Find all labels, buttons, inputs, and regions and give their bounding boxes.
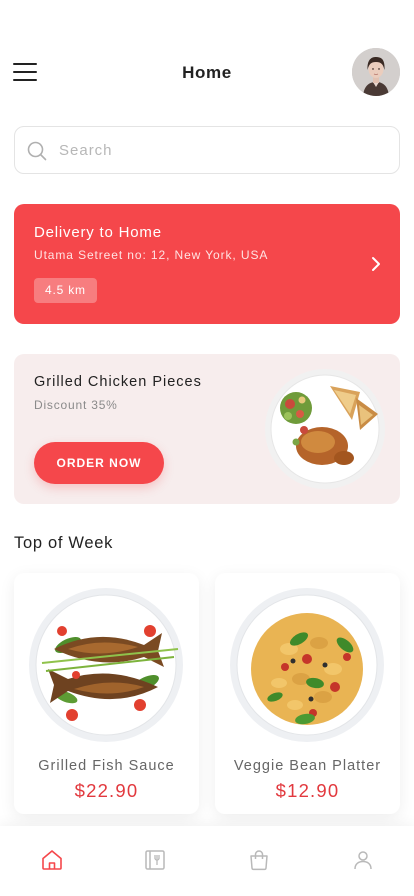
food-card[interactable]: Veggie Bean Platter $12.90	[215, 573, 400, 814]
search-bar[interactable]	[14, 126, 400, 174]
nav-menu[interactable]	[103, 826, 206, 896]
chevron-right-icon[interactable]	[370, 255, 382, 273]
profile-icon	[354, 851, 372, 870]
delivery-address: Utama Setreet no: 12, New York, USA	[34, 248, 269, 262]
order-now-button[interactable]: ORDER NOW	[34, 442, 164, 484]
promo-title: Grilled Chicken Pieces	[34, 374, 202, 390]
veggie-bean-platter-image	[230, 588, 384, 742]
search-icon	[27, 141, 47, 161]
delivery-title: Delivery to Home	[34, 224, 162, 241]
food-price: $22.90	[74, 780, 139, 801]
bottom-navigation	[0, 826, 414, 896]
user-avatar[interactable]	[352, 48, 400, 96]
nav-home[interactable]	[0, 826, 103, 896]
app-header: Home	[0, 46, 414, 98]
search-input[interactable]	[59, 127, 389, 173]
distance-badge: 4.5 km	[34, 278, 97, 303]
nav-cart[interactable]	[207, 826, 310, 896]
promo-card: Grilled Chicken Pieces Discount 35% ORDE…	[14, 354, 400, 504]
section-title-top-of-week: Top of Week	[14, 534, 114, 552]
nav-profile[interactable]	[311, 826, 414, 896]
shopping-bag-icon	[250, 850, 268, 871]
delivery-address-card[interactable]: Delivery to Home Utama Setreet no: 12, N…	[14, 204, 400, 324]
menu-book-icon	[145, 850, 165, 870]
food-name: Veggie Bean Platter	[233, 758, 382, 774]
food-card[interactable]: Grilled Fish Sauce $22.90	[14, 573, 199, 814]
food-price: $12.90	[275, 780, 340, 801]
promo-discount: Discount 35%	[34, 398, 118, 412]
food-name: Grilled Fish Sauce	[38, 758, 175, 774]
grilled-fish-image	[29, 588, 183, 742]
home-icon	[42, 850, 62, 870]
grilled-chicken-plate-image	[265, 369, 385, 489]
